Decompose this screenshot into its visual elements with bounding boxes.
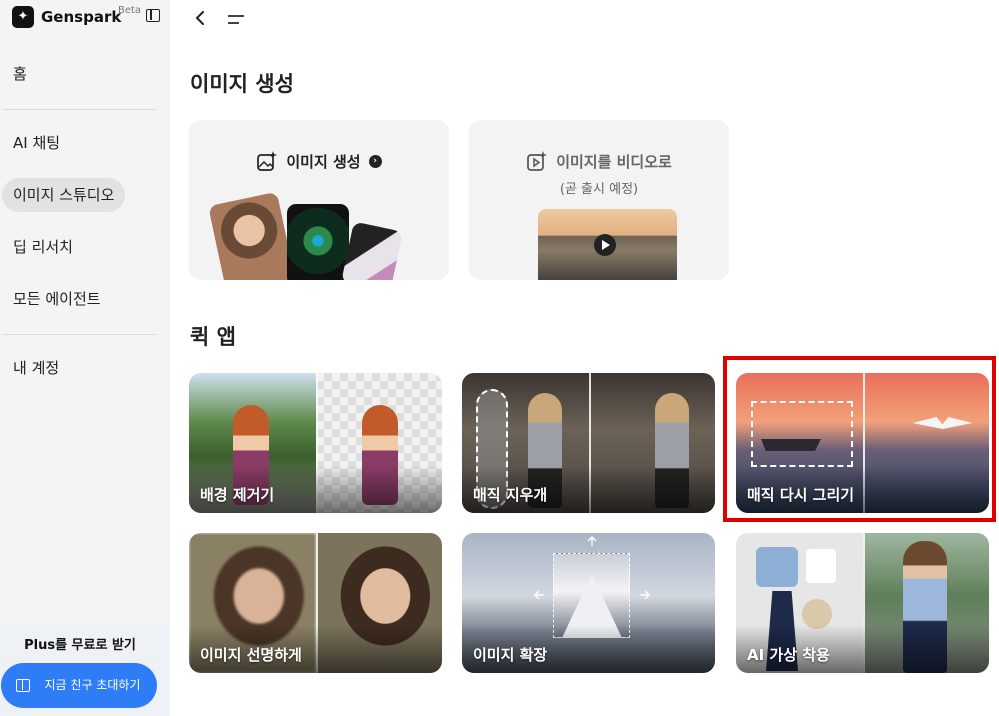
arrow-up-icon xyxy=(587,536,597,546)
arrow-right-icon xyxy=(640,590,650,600)
image-generation-card-label: 이미지 생성 xyxy=(286,152,361,171)
image-sparkle-icon xyxy=(257,151,278,171)
quick-app-label: 이미지 선명하게 xyxy=(200,646,302,664)
sidebar-divider xyxy=(2,334,157,335)
arrow-left-icon xyxy=(534,590,544,600)
plus-promo-title: Plus를 무료로 받기 xyxy=(24,638,136,653)
quick-app-label: AI 가상 착용 xyxy=(747,646,830,664)
sidebar-item-home[interactable]: 홈 xyxy=(2,57,38,91)
back-arrow-icon[interactable] xyxy=(194,11,206,25)
quick-app-label: 이미지 확장 xyxy=(473,646,548,664)
video-sparkle-icon xyxy=(527,151,548,171)
gift-icon xyxy=(16,679,30,692)
sidebar-item-my-account[interactable]: 내 계정 xyxy=(2,351,70,385)
quick-app-ai-virtual-try-on[interactable]: AI 가상 착용 xyxy=(736,533,989,673)
section-title-quick-apps: 퀵 앱 xyxy=(190,325,236,349)
sidebar-item-all-agents[interactable]: 모든 에이전트 xyxy=(2,282,112,316)
chevron-right-icon: › xyxy=(368,154,382,168)
quick-app-image-expand[interactable]: 이미지 확장 xyxy=(462,533,715,673)
brand-name: Genspark xyxy=(41,8,122,26)
invite-friends-label: 지금 친구 초대하기 xyxy=(44,678,141,692)
play-button-icon xyxy=(594,234,616,256)
brand[interactable]: ✦ Genspark xyxy=(12,6,121,28)
quick-app-background-remover[interactable]: 배경 제거기 xyxy=(189,373,442,513)
quick-app-label: 매직 지우개 xyxy=(473,486,548,504)
sidebar-divider xyxy=(2,109,157,110)
image-to-video-card: 이미지를 비디오로 (곧 출시 예정) xyxy=(469,120,729,280)
quick-app-magic-eraser[interactable]: 매직 지우개 xyxy=(462,373,715,513)
note-card-sample-image xyxy=(341,221,403,280)
quick-app-image-sharpen[interactable]: 이미지 선명하게 xyxy=(189,533,442,673)
sidebar-item-image-studio[interactable]: 이미지 스튜디오 xyxy=(2,178,126,212)
coming-soon-label: (곧 출시 예정) xyxy=(559,182,639,197)
quick-app-label: 배경 제거기 xyxy=(200,486,275,504)
portrait-sample-image xyxy=(208,191,296,280)
image-generation-card[interactable]: 이미지 생성 › xyxy=(189,120,449,280)
sidebar-item-ai-chat[interactable]: AI 채팅 xyxy=(2,126,71,160)
section-title-image-generation: 이미지 생성 xyxy=(190,72,294,96)
beta-badge: Beta xyxy=(118,5,142,16)
plus-promo: Plus를 무료로 받기 지금 친구 초대하기 xyxy=(0,624,170,716)
menu-icon[interactable] xyxy=(227,12,245,26)
peacock-feather-sample-image xyxy=(287,204,349,280)
sidebar-item-deep-research[interactable]: 딥 리서치 xyxy=(2,230,84,264)
city-skyline-sample-image xyxy=(538,209,677,280)
image-to-video-card-label: 이미지를 비디오로 xyxy=(556,152,672,171)
sidebar-toggle-icon[interactable] xyxy=(146,9,160,22)
genspark-logo-icon: ✦ xyxy=(12,6,34,28)
image-generation-card-header: 이미지 생성 › xyxy=(189,150,449,172)
selection-highlight-box xyxy=(723,356,996,522)
image-to-video-card-header: 이미지를 비디오로 xyxy=(469,150,729,172)
sidebar: ✦ Genspark Beta 홈 AI 채팅 이미지 스튜디오 딥 리서치 모… xyxy=(0,0,170,716)
invite-friends-button[interactable]: 지금 친구 초대하기 xyxy=(1,663,157,708)
